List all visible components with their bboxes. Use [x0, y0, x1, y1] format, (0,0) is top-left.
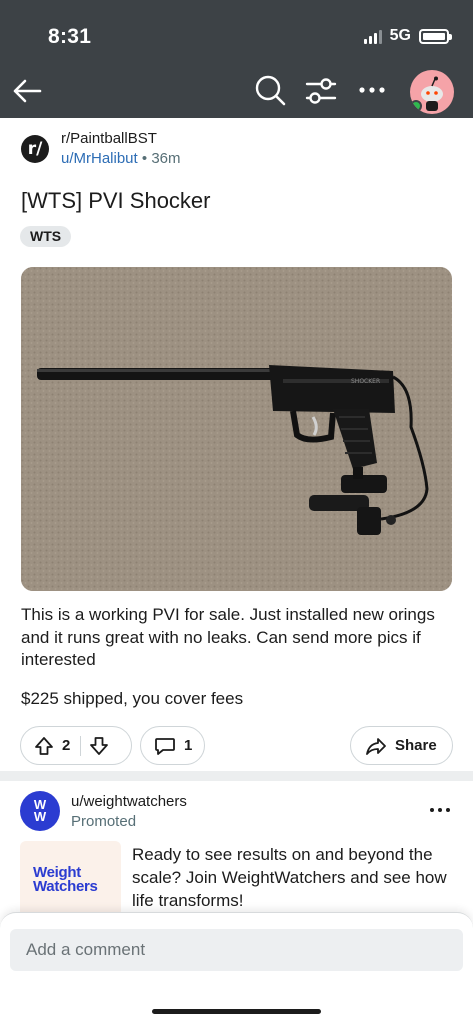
post-image[interactable]: SHOCKER [21, 267, 452, 591]
status-indicators: 5G [363, 27, 452, 45]
vote-control: 2 [20, 726, 132, 765]
share-arrow-icon [365, 736, 387, 756]
ad-more-options-icon[interactable] [428, 802, 452, 818]
more-options-icon[interactable] [358, 78, 386, 102]
home-indicator [152, 1009, 321, 1014]
ad-thumbnail[interactable]: Weight Watchers [20, 841, 121, 917]
ad-text[interactable]: Ready to see results on and beyond the s… [132, 843, 454, 912]
comment-bubble-icon [154, 736, 176, 756]
post-author[interactable]: u/MrHalibut [61, 150, 138, 167]
status-time: 8:31 [48, 25, 92, 48]
comments-button[interactable]: 1 [140, 726, 205, 765]
comment-count: 1 [184, 737, 193, 754]
upvote-icon[interactable] [34, 736, 54, 756]
back-arrow-icon[interactable] [10, 74, 44, 108]
share-button[interactable]: Share [350, 726, 453, 765]
filter-icon[interactable] [304, 75, 338, 107]
online-status-dot [410, 100, 422, 112]
advertiser-logo[interactable]: W W [20, 791, 60, 831]
post-age: 36m [151, 150, 181, 167]
marker-brand-text: SHOCKER [351, 378, 380, 385]
section-divider [0, 771, 473, 781]
advertiser-name[interactable]: u/weightwatchers [71, 793, 187, 810]
post-flair[interactable]: WTS [20, 226, 72, 247]
upvote-count: 2 [62, 737, 71, 754]
share-label: Share [395, 737, 437, 754]
promoted-label: Promoted [71, 813, 137, 830]
subreddit-icon[interactable]: r/ [21, 135, 49, 163]
downvote-icon[interactable] [89, 736, 109, 756]
post-title: [WTS] PVI Shocker [21, 188, 211, 213]
comment-sheet: Add a comment [0, 912, 473, 1024]
ad-thumb-line2: Watchers [33, 878, 98, 895]
top-bar: 8:31 5G [0, 0, 473, 118]
meta-separator: • [141, 150, 148, 167]
nav-bar [0, 62, 473, 118]
subreddit-name[interactable]: r/PaintballBST [61, 130, 157, 147]
post-meta: u/MrHalibut • 36m [61, 150, 181, 167]
logo-letter-bottom: W [33, 809, 47, 824]
user-avatar[interactable] [410, 70, 454, 114]
network-type: 5G [389, 27, 411, 44]
vote-divider [80, 735, 82, 756]
battery-icon [419, 28, 452, 44]
paintball-marker-photo: SHOCKER [21, 267, 452, 591]
post-body: This is a working PVI for sale. Just ins… [21, 605, 435, 669]
search-icon[interactable] [254, 74, 286, 106]
post-price-line: $225 shipped, you cover fees [21, 689, 244, 708]
add-comment-input[interactable]: Add a comment [10, 929, 463, 971]
signal-icon [363, 28, 382, 44]
